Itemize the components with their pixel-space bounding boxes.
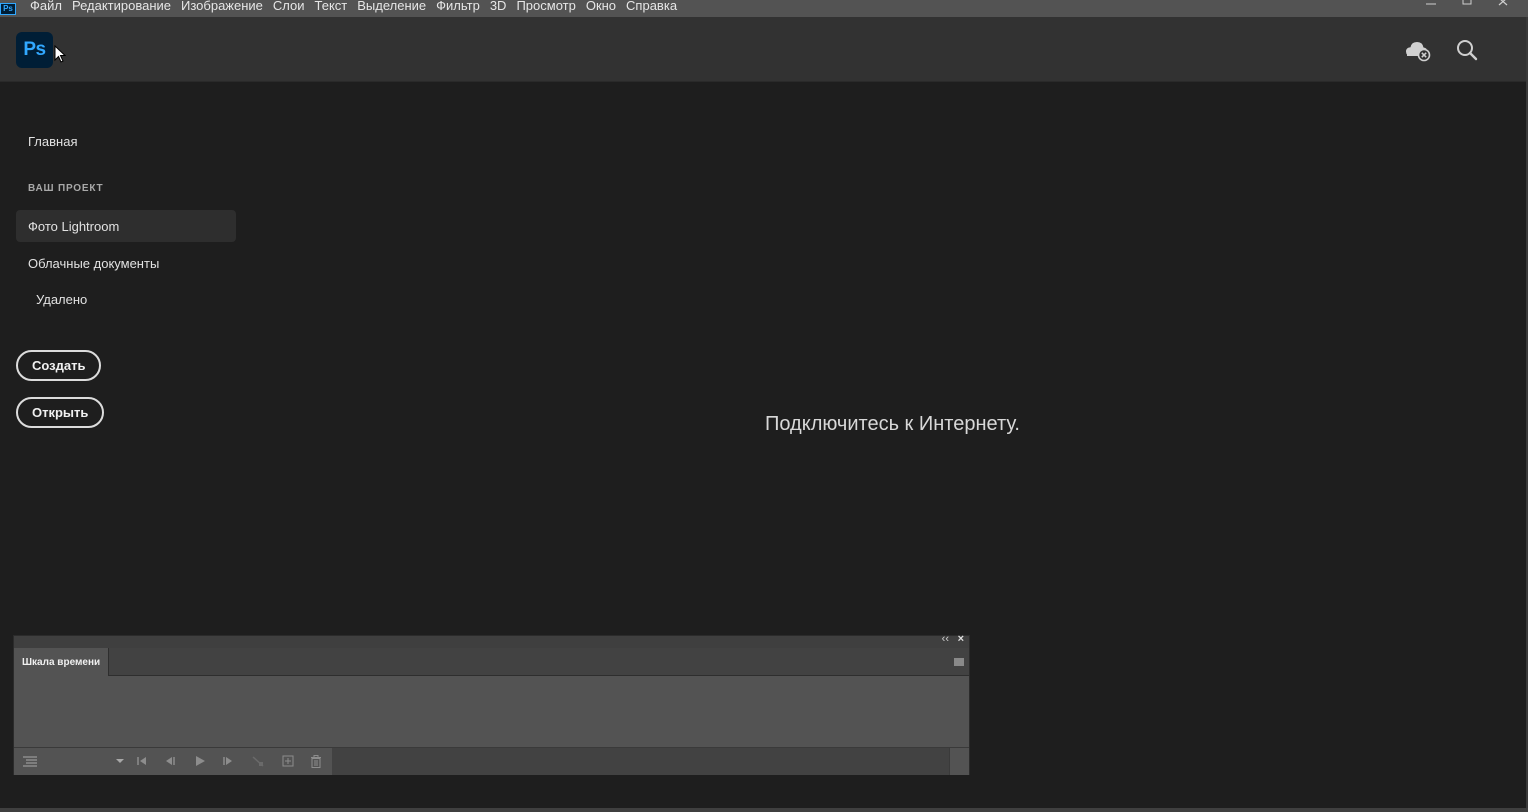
next-frame-icon[interactable] [220,754,236,768]
maximize-icon[interactable] [1456,0,1478,9]
search-icon[interactable] [1454,37,1480,63]
previous-frame-icon[interactable] [162,754,178,768]
photoshop-app-icon[interactable]: Ps [0,2,16,15]
menu-window[interactable]: Окно [581,0,621,13]
timeline-toolbar [14,747,969,775]
offline-message: Подключитесь к Интернету. [765,413,1020,435]
go-to-first-frame-icon[interactable] [134,754,150,768]
sidebar-item-label: Облачные документы [28,255,160,271]
close-panel-icon[interactable]: × [958,633,964,645]
menu-layers[interactable]: Слои [268,0,310,13]
sidebar-item-cloud-documents[interactable]: Облачные документы [16,247,236,279]
open-button[interactable]: Открыть [16,397,105,428]
window-controls [1420,0,1514,9]
play-icon[interactable] [192,754,208,768]
trash-icon[interactable] [308,754,324,768]
status-bar [0,808,1528,812]
collapse-panel-icon[interactable]: ‹‹ [942,633,949,645]
create-button[interactable]: Создать [16,350,102,381]
menu-edit[interactable]: Редактирование [67,0,176,13]
panel-tab-bar: Шкала времени [14,648,969,676]
sidebar-item-label: Удалено [36,291,88,307]
section-label-your-project: ВАШ ПРОЕКТ [28,183,104,194]
sidebar-item-deleted[interactable]: Удалено [16,283,236,315]
timeline-options-icon[interactable] [22,754,38,768]
menu-bar: Ps Файл Редактирование Изображение Слои … [0,0,1528,17]
dropdown-arrow-icon[interactable] [112,754,128,768]
panel-menu-icon[interactable] [953,655,965,667]
minimize-icon[interactable] [1420,0,1442,9]
home-header: Ps [0,17,1526,82]
close-icon[interactable] [1492,0,1514,9]
menu-items: Файл Редактирование Изображение Слои Тек… [24,0,682,13]
panel-title-bar[interactable]: ‹‹ × [14,633,969,648]
cloud-offline-icon[interactable] [1404,37,1432,63]
tab-timeline[interactable]: Шкала времени [14,648,110,676]
menu-text[interactable]: Текст [310,0,353,13]
menu-view[interactable]: Просмотр [511,0,580,13]
sidebar-item-home[interactable]: Главная [28,134,77,149]
timeline-panel: ‹‹ × Шкала времени [13,633,970,775]
menu-3d[interactable]: 3D [485,0,512,13]
photoshop-logo[interactable]: Ps [16,32,53,68]
timeline-controls [14,748,332,775]
menu-image[interactable]: Изображение [176,0,268,13]
menu-file[interactable]: Файл [24,0,67,13]
menu-help[interactable]: Справка [621,0,682,13]
menu-filter[interactable]: Фильтр [431,0,485,13]
add-frame-icon[interactable] [280,754,296,768]
mouse-cursor-icon [54,45,66,63]
menu-select[interactable]: Выделение [352,0,431,13]
sidebar-item-lightroom-photos[interactable]: Фото Lightroom [16,210,236,242]
audio-mute-icon[interactable] [250,754,266,768]
sidebar-item-label: Фото Lightroom [28,218,120,234]
timeline-body [14,677,969,747]
timeline-scroll-end[interactable] [949,748,969,775]
